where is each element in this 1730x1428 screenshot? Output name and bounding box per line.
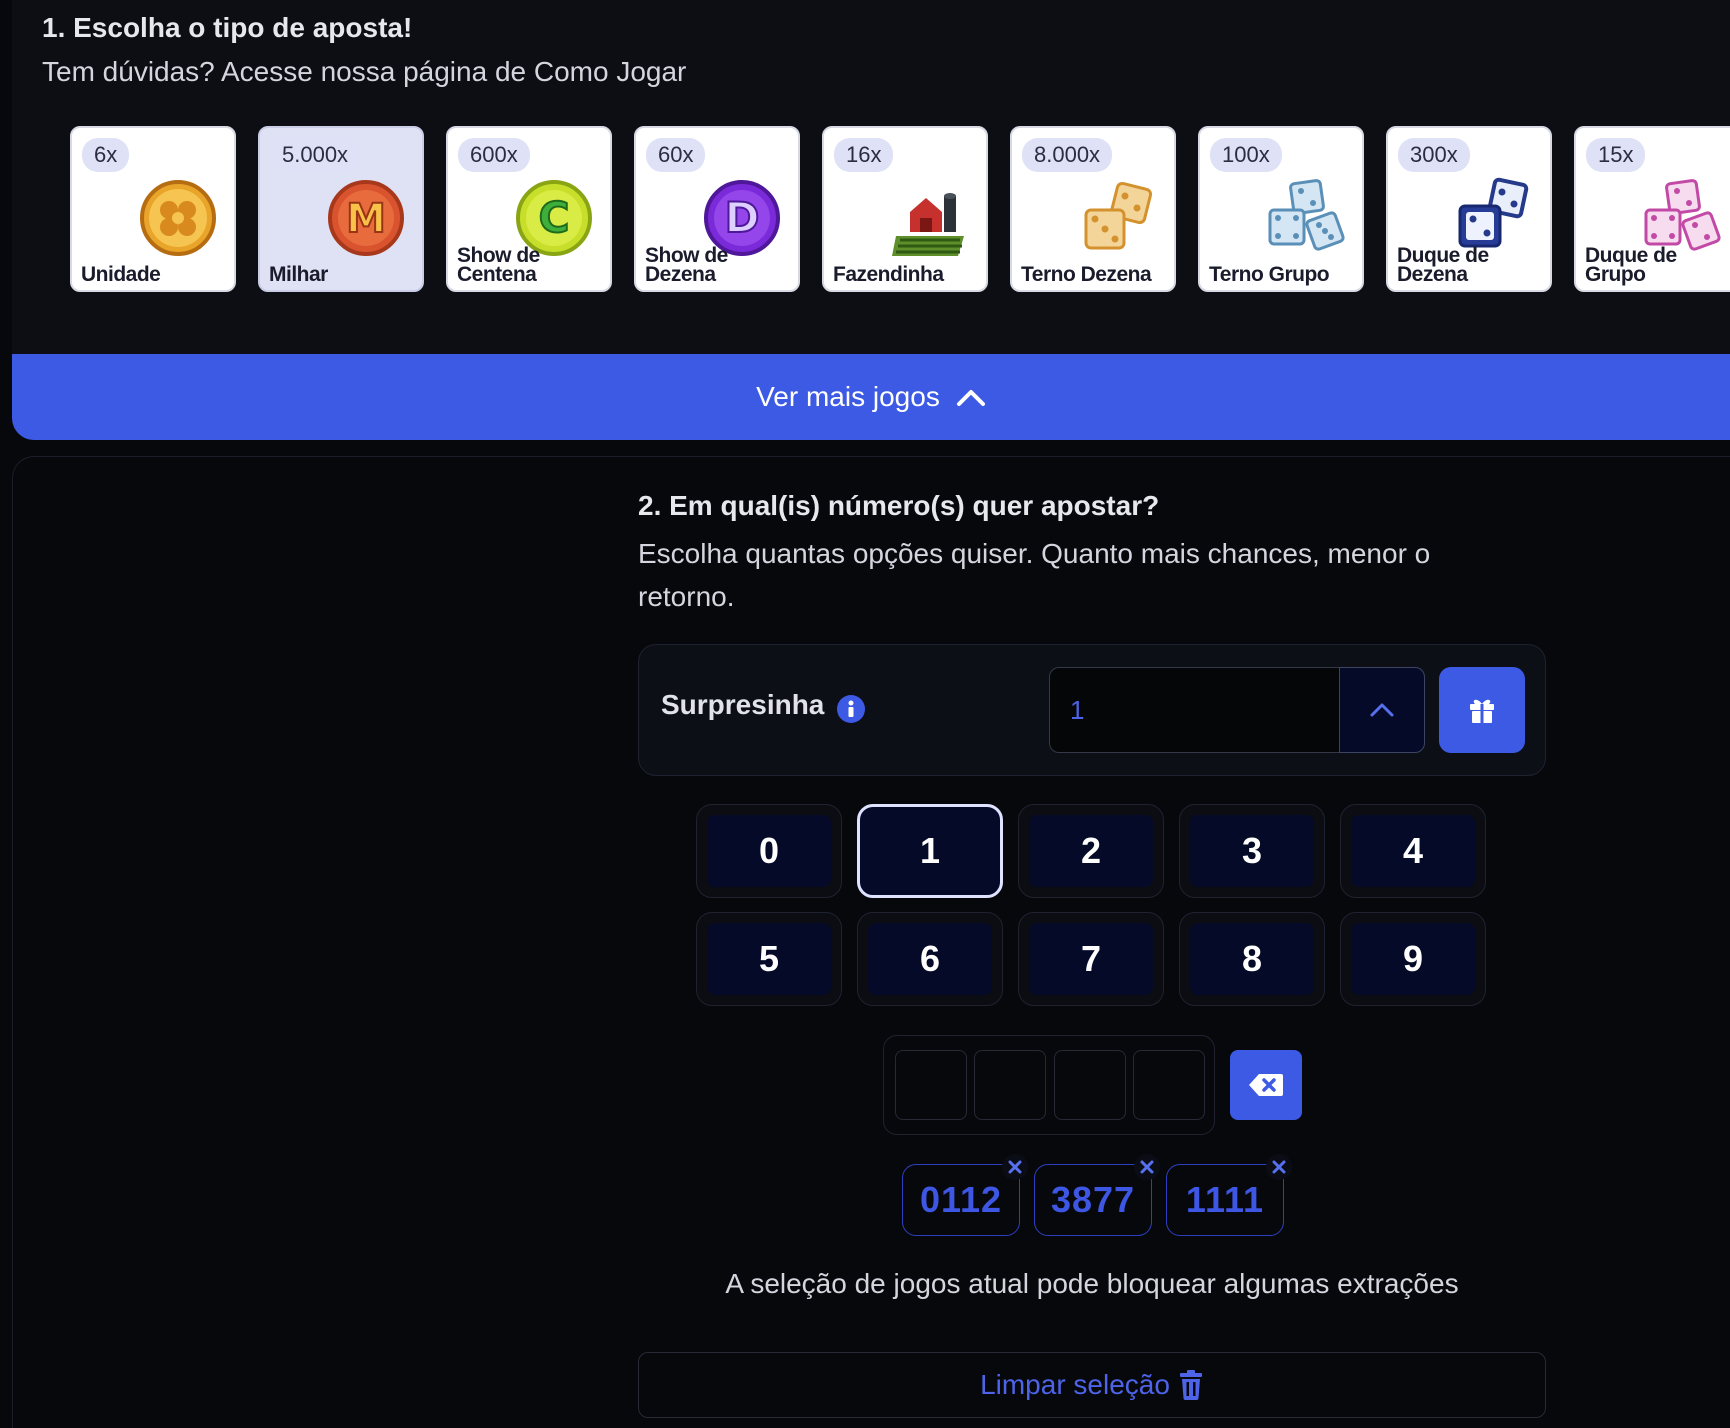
game-name: Unidade	[81, 263, 161, 286]
key-label: 6	[868, 923, 992, 995]
game-name: Duque de Dezena	[1397, 244, 1489, 286]
game-name: Show de Centena	[457, 244, 540, 286]
game-card-terno-grupo[interactable]: 100x Terno Grupo	[1198, 126, 1364, 292]
surpresinha-box: Surpresinha 1	[638, 644, 1546, 776]
section-2-subtitle: Escolha quantas opções quiser. Quanto ma…	[638, 538, 1431, 612]
digit-entry-slots	[883, 1035, 1215, 1135]
multiplier-badge: 8.000x	[1022, 138, 1113, 172]
game-name: Fazendinha	[833, 263, 944, 286]
game-card-milhar[interactable]: 5.000x M Milhar	[258, 126, 424, 292]
game-name: Duque de Grupo	[1585, 244, 1677, 286]
surpresinha-increment-button[interactable]	[1339, 667, 1425, 753]
chevron-up-icon	[1370, 703, 1394, 717]
close-icon	[1272, 1160, 1286, 1174]
multiplier-badge: 16x	[834, 138, 894, 172]
section-1-title: 1. Escolha o tipo de aposta!	[42, 12, 413, 43]
game-card-terno-dezena[interactable]: 8.000x Terno Dezena	[1010, 126, 1176, 292]
game-card-show-de-dezena[interactable]: 60x D Show de Dezena	[634, 126, 800, 292]
numpad-key-2[interactable]: 2	[1018, 804, 1164, 898]
info-icon[interactable]	[837, 695, 865, 723]
game-name: Terno Grupo	[1209, 263, 1330, 286]
surpresinha-generate-button[interactable]	[1439, 667, 1525, 753]
key-label: 7	[1029, 923, 1153, 995]
remove-chip-button[interactable]	[1002, 1154, 1028, 1180]
multiplier-badge: 6x	[82, 138, 130, 172]
key-label: 1	[867, 814, 993, 888]
key-label: 4	[1351, 815, 1475, 887]
key-label: 8	[1190, 923, 1314, 995]
digit-slot-1[interactable]	[895, 1050, 967, 1120]
multiplier-badge: 60x	[646, 138, 706, 172]
trash-icon	[1179, 1370, 1202, 1400]
game-card-show-de-centena[interactable]: 600x C Show de Centena	[446, 126, 612, 292]
multiplier-badge: 100x	[1210, 138, 1282, 172]
game-card-fazendinha[interactable]: 16x Fazendinha	[822, 126, 988, 292]
key-label: 0	[707, 815, 831, 887]
chevron-up-icon	[956, 390, 985, 406]
numpad-key-4[interactable]: 4	[1340, 804, 1486, 898]
remove-chip-button[interactable]	[1266, 1154, 1292, 1180]
game-name: Terno Dezena	[1021, 263, 1152, 286]
close-icon	[1140, 1160, 1154, 1174]
multiplier-badge: 5.000x	[270, 138, 361, 172]
key-label: 3	[1190, 815, 1314, 887]
game-card-duque-de-grupo[interactable]: 15x Duque de Grupo	[1574, 126, 1730, 292]
clover-coin-icon	[140, 180, 216, 256]
digit-slot-4[interactable]	[1133, 1050, 1205, 1120]
letter-m-coin-icon: M	[328, 180, 404, 256]
farm-barn-icon	[892, 193, 964, 256]
selected-number-chip: 1111	[1166, 1164, 1284, 1236]
multiplier-badge: 15x	[1586, 138, 1646, 172]
section-2-title: 2. Em qual(is) número(s) quer apostar?	[638, 490, 1160, 521]
game-card-duque-de-dezena[interactable]: 300x Duque de Dezena	[1386, 126, 1552, 292]
remove-chip-button[interactable]	[1134, 1154, 1160, 1180]
orange-dice-icon	[1084, 181, 1153, 250]
numpad-key-7[interactable]: 7	[1018, 912, 1164, 1006]
multiplier-badge: 300x	[1398, 138, 1470, 172]
numpad-key-6[interactable]: 6	[857, 912, 1003, 1006]
numpad-key-8[interactable]: 8	[1179, 912, 1325, 1006]
numpad-key-0[interactable]: 0	[696, 804, 842, 898]
key-label: 9	[1351, 923, 1475, 995]
game-name: Show de Dezena	[645, 244, 728, 286]
digit-slot-3[interactable]	[1054, 1050, 1126, 1120]
svg-text:M: M	[346, 196, 386, 242]
backspace-icon	[1249, 1074, 1283, 1096]
numpad-key-3[interactable]: 3	[1179, 804, 1325, 898]
digit-slot-2[interactable]	[974, 1050, 1046, 1120]
svg-text:C: C	[539, 193, 570, 242]
selected-number-chip: 3877	[1034, 1164, 1152, 1236]
game-name: Milhar	[269, 263, 328, 286]
svg-text:D: D	[725, 193, 760, 242]
key-label: 5	[707, 923, 831, 995]
blue-dice-icon	[1268, 179, 1345, 251]
gift-icon	[1470, 699, 1494, 723]
game-card-unidade[interactable]: 6x Unidade	[70, 126, 236, 292]
selection-warning: A seleção de jogos atual pode bloquear a…	[725, 1268, 1459, 1299]
clear-selection-label: Limpar seleção	[980, 1369, 1170, 1400]
backspace-button[interactable]	[1230, 1050, 1302, 1120]
numpad-key-5[interactable]: 5	[696, 912, 842, 1006]
surpresinha-label: Surpresinha	[661, 689, 825, 720]
see-more-games-button[interactable]: Ver mais jogos	[12, 354, 1730, 440]
multiplier-badge: 600x	[458, 138, 530, 172]
selected-number-chip: 0112	[902, 1164, 1020, 1236]
surpresinha-quantity-input[interactable]: 1	[1049, 667, 1341, 753]
clear-selection-button[interactable]: Limpar seleção	[638, 1352, 1546, 1418]
see-more-games-label: Ver mais jogos	[756, 381, 940, 412]
key-label: 2	[1029, 815, 1153, 887]
close-icon	[1008, 1160, 1022, 1174]
games-row: 6x Unidade 5.000x M Milhar 600x C Show d…	[70, 126, 1730, 296]
section-1-subtitle[interactable]: Tem dúvidas? Acesse nossa página de Como…	[42, 56, 686, 88]
numpad-key-9[interactable]: 9	[1340, 912, 1486, 1006]
numpad-key-1[interactable]: 1	[857, 804, 1003, 898]
